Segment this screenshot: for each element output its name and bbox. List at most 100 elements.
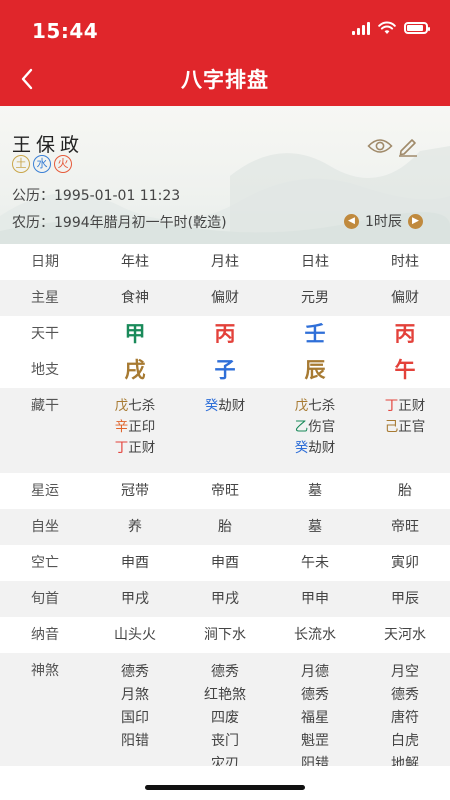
table-cell: 墓 — [308, 483, 322, 499]
table-cell: 甲戌 — [121, 591, 149, 607]
ten-god: 劫财 — [218, 398, 246, 414]
hidden-stem: 癸 — [294, 440, 309, 456]
hidden-stems-cell: 戊七杀 辛正印 丁正财 — [90, 388, 180, 473]
ten-god: 劫财 — [308, 440, 336, 456]
ten-god: 七杀 — [308, 398, 336, 414]
page-title: 八字排盘 — [181, 68, 269, 92]
table-cell: 偏财 — [211, 290, 239, 306]
status-icons — [352, 21, 430, 35]
table-cell: 长流水 — [294, 627, 336, 643]
shensha-item: 丧门 — [211, 733, 239, 749]
hidden-stems-cell: 癸劫财 — [180, 388, 270, 473]
shensha-item: 月德 — [301, 664, 329, 680]
header-month-pillar: 月柱 — [211, 254, 239, 270]
edit-icon[interactable] — [397, 135, 419, 157]
ten-god: 正印 — [128, 419, 156, 435]
row-label: 旬首 — [31, 591, 59, 607]
table-cell: 帝旺 — [211, 483, 239, 499]
shensha-item: 月空 — [391, 664, 419, 680]
ten-god: 正官 — [398, 419, 426, 435]
header-day-pillar: 日柱 — [301, 254, 329, 270]
table-row-kongwang: 空亡 申酉 申酉 午未 寅卯 — [0, 545, 450, 581]
table-cell: 山头火 — [114, 627, 156, 643]
hidden-stem: 癸 — [204, 398, 219, 414]
battery-icon — [404, 22, 430, 34]
table-row-xunshou: 旬首 甲戌 甲戌 甲申 甲辰 — [0, 581, 450, 617]
earthly-branch-cell: 午 — [394, 358, 416, 382]
shensha-item: 白虎 — [391, 733, 419, 749]
heavenly-stem-cell: 丙 — [394, 322, 416, 346]
earthly-branch-cell: 辰 — [304, 358, 326, 382]
table-cell: 胎 — [218, 519, 232, 535]
shensha-item: 月煞 — [121, 687, 149, 703]
hidden-stem: 戊 — [114, 398, 129, 414]
shensha-item: 红艳煞 — [204, 687, 246, 703]
hidden-stems-cell: 丁正财 己正官 — [360, 388, 450, 473]
eye-icon[interactable] — [367, 136, 393, 156]
bottom-safe-area — [0, 766, 450, 800]
wifi-icon — [378, 21, 396, 34]
table-cell: 甲戌 — [211, 591, 239, 607]
table-cell: 养 — [128, 519, 142, 535]
table-cell: 天河水 — [384, 627, 426, 643]
heavenly-stem-cell: 壬 — [304, 322, 326, 346]
row-label: 天干 — [31, 326, 59, 342]
row-label: 主星 — [31, 290, 59, 306]
row-label: 藏干 — [31, 398, 59, 414]
table-cell: 午未 — [301, 555, 329, 571]
hidden-stem: 乙 — [294, 419, 309, 435]
next-hour-button[interactable]: ▶ — [407, 213, 423, 229]
table-row-dizhi: 地支 戌 子 辰 午 — [0, 352, 450, 388]
table-cell: 涧下水 — [204, 627, 246, 643]
row-label: 神煞 — [31, 663, 59, 679]
table-row-nayin: 纳音 山头火 涧下水 长流水 天河水 — [0, 617, 450, 653]
table-row-canggan: 藏干 戊七杀 辛正印 丁正财 癸劫财 戊七杀 乙伤官 癸劫财 丁正财 己正官 — [0, 388, 450, 473]
shensha-item: 德秀 — [391, 687, 419, 703]
hour-label: 1时辰 — [365, 214, 402, 230]
lunar-date: 农历：1994年腊月初一午时(乾造) — [12, 215, 227, 231]
shensha-item: 福星 — [301, 710, 329, 726]
status-bar: 15:44 — [0, 0, 450, 50]
table-row-xingyun: 星运 冠带 帝旺 墓 胎 — [0, 473, 450, 509]
table-cell: 冠带 — [121, 483, 149, 499]
table-cell: 食神 — [121, 290, 149, 306]
home-indicator[interactable] — [145, 785, 305, 790]
row-label: 纳音 — [31, 627, 59, 643]
hidden-stem: 辛 — [114, 419, 129, 435]
shensha-item: 四废 — [211, 710, 239, 726]
table-cell: 墓 — [308, 519, 322, 535]
table-cell: 胎 — [398, 483, 412, 499]
shensha-item: 德秀 — [121, 664, 149, 680]
element-fire-badge: 火 — [54, 155, 72, 173]
header-year-pillar: 年柱 — [121, 254, 149, 270]
five-elements: 土 水 火 — [12, 155, 72, 173]
table-cell: 帝旺 — [391, 519, 419, 535]
shensha-item: 国印 — [121, 710, 149, 726]
shensha-item: 德秀 — [301, 687, 329, 703]
table-cell: 申酉 — [121, 555, 149, 571]
hidden-stems-cell: 戊七杀 乙伤官 癸劫财 — [270, 388, 360, 473]
person-name: 王保政 — [12, 134, 85, 156]
hour-stepper: ◀ 1时辰 ▶ — [344, 211, 423, 231]
profile-card: 王保政 土 水 火 公历：1995-01-01 11:23 农历：1994年腊月… — [0, 106, 450, 244]
solar-date: 公历：1995-01-01 11:23 — [12, 188, 181, 204]
header-hour-pillar: 时柱 — [391, 254, 419, 270]
header-date: 日期 — [31, 254, 59, 270]
status-time: 15:44 — [32, 19, 99, 43]
bazi-table: 日期 年柱 月柱 日柱 时柱 主星 食神 偏财 元男 偏财 天干 甲 丙 壬 丙… — [0, 244, 450, 793]
ten-god: 伤官 — [308, 419, 336, 435]
hidden-stem: 己 — [384, 419, 399, 435]
shensha-item: 德秀 — [211, 664, 239, 680]
ten-god: 正财 — [128, 440, 156, 456]
table-cell: 甲申 — [301, 591, 329, 607]
ten-god: 正财 — [398, 398, 426, 414]
table-row-zizuo: 自坐 养 胎 墓 帝旺 — [0, 509, 450, 545]
shensha-item: 阳错 — [121, 733, 149, 749]
prev-hour-button[interactable]: ◀ — [344, 213, 359, 229]
element-water-badge: 水 — [33, 155, 51, 173]
hidden-stem: 戊 — [294, 398, 309, 414]
heavenly-stem-cell: 丙 — [214, 322, 236, 346]
hidden-stem: 丁 — [114, 440, 129, 456]
ten-god: 七杀 — [128, 398, 156, 414]
element-earth-badge: 土 — [12, 155, 30, 173]
